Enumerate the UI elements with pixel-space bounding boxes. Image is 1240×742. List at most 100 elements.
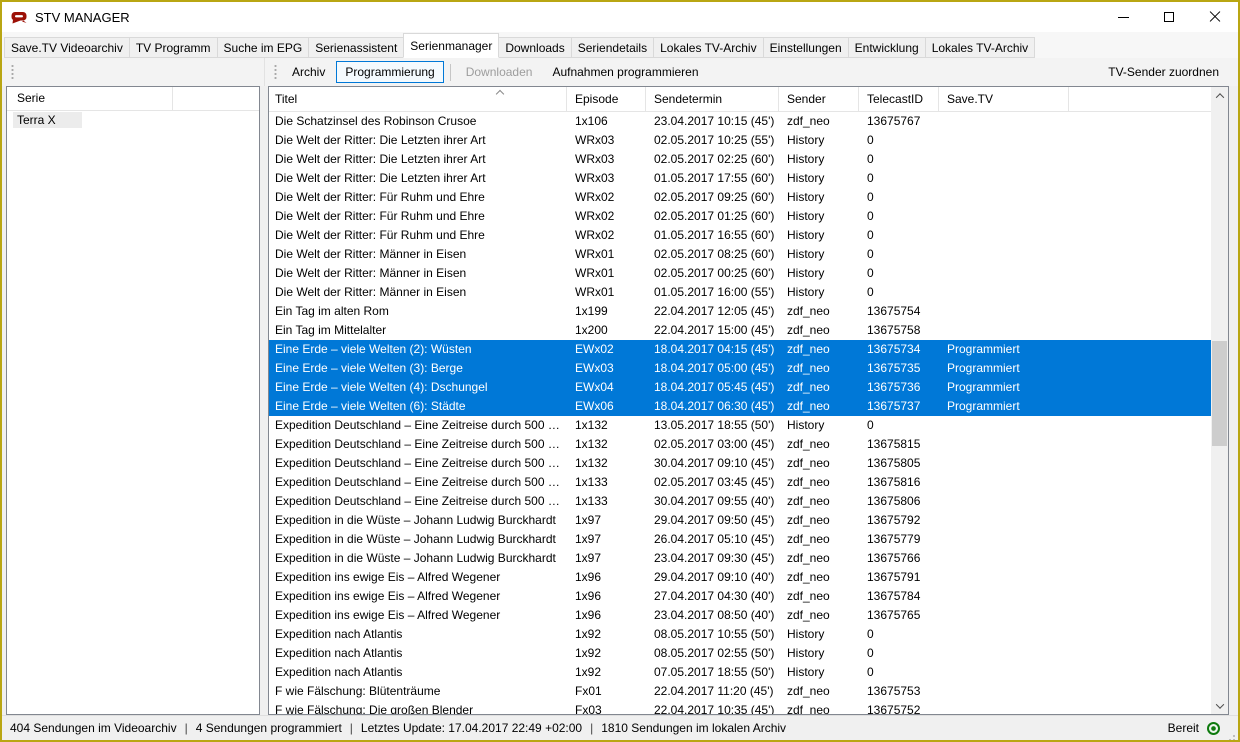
series-list-item[interactable]: Terra X (7, 111, 259, 130)
maximize-button[interactable] (1146, 2, 1192, 32)
cell-sendetermin: 23.04.2017 09:30 (45') (646, 549, 779, 568)
cell-save-tv (939, 321, 1069, 340)
table-row[interactable]: Expedition ins ewige Eis – Alfred Wegene… (269, 568, 1211, 587)
cell-telecast-id: 13675806 (859, 492, 939, 511)
cell-sendetermin: 01.05.2017 16:55 (60') (646, 226, 779, 245)
cell-sendetermin: 30.04.2017 09:10 (45') (646, 454, 779, 473)
cell-sender: History (779, 226, 859, 245)
table-row[interactable]: Die Welt der Ritter: Für Ruhm und EhreWR… (269, 207, 1211, 226)
cell-episode: 1x133 (567, 473, 646, 492)
cell-titel: Expedition in die Wüste – Johann Ludwig … (269, 530, 567, 549)
tab-entwicklung[interactable]: Entwicklung (848, 37, 926, 58)
programmierung-button[interactable]: Programmierung (336, 61, 443, 83)
tab-serienmanager[interactable]: Serienmanager (403, 33, 499, 58)
cell-telecast-id: 0 (859, 416, 939, 435)
tab-bar: Save.TV VideoarchivTV ProgrammSuche im E… (2, 32, 1238, 58)
minimize-icon (1118, 17, 1129, 18)
table-row[interactable]: Eine Erde – viele Welten (6): StädteEWx0… (269, 397, 1211, 416)
table-row[interactable]: Die Schatzinsel des Robinson Crusoe1x106… (269, 112, 1211, 131)
tab-tv-programm[interactable]: TV Programm (129, 37, 218, 58)
tab-suche-im-epg[interactable]: Suche im EPG (217, 37, 310, 58)
column-header-save-tv[interactable]: Save.TV (939, 87, 1069, 111)
table-row[interactable]: Expedition in die Wüste – Johann Ludwig … (269, 530, 1211, 549)
table-row[interactable]: Expedition in die Wüste – Johann Ludwig … (269, 549, 1211, 568)
tab-lokales-tv-archiv[interactable]: Lokales TV-Archiv (653, 37, 764, 58)
cell-sendetermin: 23.04.2017 10:15 (45') (646, 112, 779, 131)
table-row[interactable]: Expedition Deutschland – Eine Zeitreise … (269, 416, 1211, 435)
table-row[interactable]: Die Welt der Ritter: Männer in EisenWRx0… (269, 264, 1211, 283)
tab-serienassistent[interactable]: Serienassistent (308, 37, 404, 58)
cell-sendetermin: 27.04.2017 04:30 (40') (646, 587, 779, 606)
table-row[interactable]: Expedition ins ewige Eis – Alfred Wegene… (269, 587, 1211, 606)
cell-episode: 1x97 (567, 549, 646, 568)
tab-save-tv-videoarchiv[interactable]: Save.TV Videoarchiv (4, 37, 130, 58)
cell-sender: History (779, 625, 859, 644)
table-row[interactable]: Die Welt der Ritter: Die Letzten ihrer A… (269, 131, 1211, 150)
column-header-sender[interactable]: Sender (779, 87, 859, 111)
cell-telecast-id: 0 (859, 150, 939, 169)
cell-telecast-id: 13675815 (859, 435, 939, 454)
cell-episode: Fx01 (567, 682, 646, 701)
table-row[interactable]: Expedition Deutschland – Eine Zeitreise … (269, 454, 1211, 473)
sort-ascending-icon (496, 90, 504, 98)
scroll-down-button[interactable] (1211, 697, 1228, 714)
tab-seriendetails[interactable]: Seriendetails (571, 37, 654, 58)
scroll-up-button[interactable] (1211, 87, 1228, 104)
table-row[interactable]: Expedition in die Wüste – Johann Ludwig … (269, 511, 1211, 530)
table-header: TitelEpisodeSendetermin Sender TelecastID S… (269, 87, 1228, 112)
cell-titel: Ein Tag im Mittelalter (269, 321, 567, 340)
episodes-panel: TitelEpisodeSendetermin Sender TelecastID S… (268, 86, 1229, 715)
archiv-button[interactable]: Archiv (283, 61, 334, 83)
table-row[interactable]: Die Welt der Ritter: Für Ruhm und EhreWR… (269, 188, 1211, 207)
table-row[interactable]: Eine Erde – viele Welten (2): WüstenEWx0… (269, 340, 1211, 359)
table-row[interactable]: Die Welt der Ritter: Für Ruhm und EhreWR… (269, 226, 1211, 245)
table-row[interactable]: Expedition Deutschland – Eine Zeitreise … (269, 492, 1211, 511)
table-row[interactable]: Ein Tag im alten Rom1x19922.04.2017 12:0… (269, 302, 1211, 321)
table-row[interactable]: Die Welt der Ritter: Männer in EisenWRx0… (269, 283, 1211, 302)
table-row[interactable]: Eine Erde – viele Welten (4): DschungelE… (269, 378, 1211, 397)
tv-sender-zuordnen-button[interactable]: TV-Sender zuordnen (1099, 61, 1228, 83)
cell-telecast-id: 13675735 (859, 359, 939, 378)
cell-titel: Eine Erde – viele Welten (2): Wüsten (269, 340, 567, 359)
column-header-serie[interactable]: Serie (7, 87, 173, 110)
column-header-label: Sender (787, 92, 826, 106)
table-row[interactable]: Expedition nach Atlantis1x9208.05.2017 1… (269, 625, 1211, 644)
column-header-telecastid[interactable]: TelecastID (859, 87, 939, 111)
cell-episode: WRx03 (567, 169, 646, 188)
cell-episode: EWx02 (567, 340, 646, 359)
column-header-titel[interactable]: Titel (269, 87, 567, 111)
tab-downloads[interactable]: Downloads (498, 37, 571, 58)
table-row[interactable]: F wie Fälschung: BlütenträumeFx0122.04.2… (269, 682, 1211, 701)
cell-telecast-id: 13675791 (859, 568, 939, 587)
minimize-button[interactable] (1100, 2, 1146, 32)
table-row[interactable]: Ein Tag im Mittelalter1x20022.04.2017 15… (269, 321, 1211, 340)
close-button[interactable] (1192, 2, 1238, 32)
column-header-label: Save.TV (947, 92, 993, 106)
table-row[interactable]: Expedition Deutschland – Eine Zeitreise … (269, 435, 1211, 454)
cell-episode: 1x92 (567, 625, 646, 644)
series-list: Terra X (7, 111, 259, 130)
downloaden-button[interactable]: Downloaden (457, 61, 542, 83)
column-header-episode[interactable]: Episode (567, 87, 646, 111)
table-row[interactable]: Expedition nach Atlantis1x9207.05.2017 1… (269, 663, 1211, 682)
table-row[interactable]: F wie Fälschung: Die großen BlenderFx032… (269, 701, 1211, 714)
scrollbar-thumb[interactable] (1212, 341, 1227, 446)
table-row[interactable]: Expedition ins ewige Eis – Alfred Wegene… (269, 606, 1211, 625)
tab-lokales-tv-archiv[interactable]: Lokales TV-Archiv (925, 37, 1036, 58)
resize-grip-icon[interactable] (1233, 735, 1235, 737)
column-header-sendetermin[interactable]: Sendetermin (646, 87, 779, 111)
cell-episode: 1x133 (567, 492, 646, 511)
table-row[interactable]: Eine Erde – viele Welten (3): BergeEWx03… (269, 359, 1211, 378)
cell-save-tv: Programmiert (939, 359, 1069, 378)
table-row[interactable]: Die Welt der Ritter: Männer in EisenWRx0… (269, 245, 1211, 264)
table-row[interactable]: Die Welt der Ritter: Die Letzten ihrer A… (269, 169, 1211, 188)
table-row[interactable]: Expedition nach Atlantis1x9208.05.2017 0… (269, 644, 1211, 663)
cell-save-tv (939, 283, 1069, 302)
tab-einstellungen[interactable]: Einstellungen (763, 37, 849, 58)
table-row[interactable]: Expedition Deutschland – Eine Zeitreise … (269, 473, 1211, 492)
aufnahmen-programmieren-button[interactable]: Aufnahmen programmieren (543, 61, 707, 83)
table-row[interactable]: Die Welt der Ritter: Die Letzten ihrer A… (269, 150, 1211, 169)
vertical-scrollbar[interactable] (1211, 87, 1228, 714)
cell-sender: History (779, 264, 859, 283)
cell-titel: Expedition ins ewige Eis – Alfred Wegene… (269, 606, 567, 625)
